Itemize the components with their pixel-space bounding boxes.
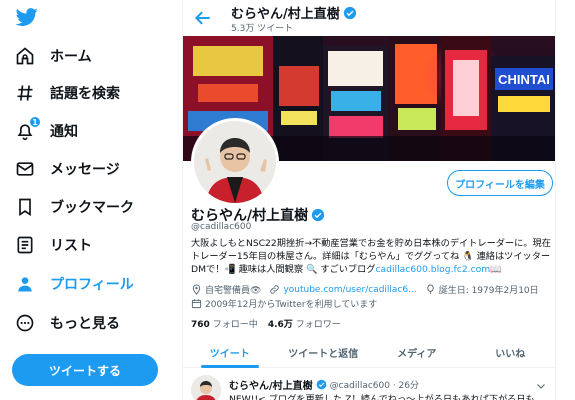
- profile-meta-row: 自宅警備員👁 youtube.com/user/cadillac6... 誕生日…: [191, 283, 539, 296]
- sidebar-item-label: ブックマーク: [50, 200, 134, 216]
- list-icon: [14, 234, 36, 256]
- sidebar-item-home[interactable]: ホーム: [14, 40, 92, 72]
- tab-likes[interactable]: いいね: [464, 338, 556, 367]
- sidebar-item-explore[interactable]: 話題を検索: [14, 77, 120, 109]
- profile-column: むらやん/村上直樹 5.3万 ツイート CHINTAI プロフィールを編集 むら…: [182, 0, 556, 400]
- following-link[interactable]: 760 フォロー中: [191, 317, 258, 330]
- profile-joined-date: 2009年12月からTwitterを利用しています: [205, 300, 378, 310]
- sidebar-item-notifications[interactable]: 1 通知: [14, 115, 78, 147]
- tweet-text: NEW!!< ブログを更新した Z！読んでねっ～上がる日もあれば下がる日も: [229, 394, 535, 400]
- more-circle-icon: [14, 312, 36, 334]
- svg-text:CHINTAI: CHINTAI: [498, 72, 550, 87]
- tweet-avatar[interactable]: [191, 375, 221, 400]
- follow-stats: 760 フォロー中 4.6万 フォロワー: [191, 317, 351, 330]
- profile-header-bar: むらやん/村上直樹 5.3万 ツイート: [183, 0, 555, 36]
- bell-icon: 1: [14, 116, 41, 142]
- chevron-down-icon[interactable]: [535, 377, 547, 389]
- bookmark-icon: [14, 196, 36, 218]
- bio-blog-link[interactable]: cadillac600.blog.fc2.com📖: [375, 264, 501, 275]
- profile-avatar[interactable]: [191, 118, 279, 206]
- profile-bio: 大阪よしもとNSC22期挫折→不動産営業でお金を貯め日本株のデイトレーダーに。現…: [191, 237, 553, 276]
- header-name-text: むらやん/村上直樹: [231, 7, 340, 22]
- verified-badge-icon: [316, 379, 327, 390]
- home-icon: [14, 45, 36, 67]
- calendar-icon: [191, 298, 202, 309]
- back-arrow-icon[interactable]: [193, 8, 213, 28]
- notification-badge: 1: [29, 116, 41, 128]
- header-name: むらやん/村上直樹: [231, 3, 357, 22]
- person-icon: [14, 273, 36, 295]
- followers-label: フォロワー: [295, 320, 341, 330]
- hashtag-icon: [14, 82, 36, 104]
- followers-count: 4.6万: [267, 320, 293, 330]
- profile-joined-row: 2009年12月からTwitterを利用しています: [191, 297, 377, 310]
- tweet-header: むらやん/村上直樹 @cadillac600 · 26分: [229, 377, 419, 392]
- profile-birthday: 誕生日: 1979年2月10日: [438, 286, 539, 296]
- sidebar-item-more[interactable]: もっと見る: [14, 307, 120, 339]
- following-count: 760: [191, 320, 210, 330]
- following-label: フォロー中: [212, 320, 258, 330]
- sidebar-item-bookmarks[interactable]: ブックマーク: [14, 191, 134, 223]
- tab-media[interactable]: メディア: [370, 338, 464, 367]
- sidebar-item-label: プロフィール: [50, 277, 134, 293]
- tweet-item[interactable]: むらやん/村上直樹 @cadillac600 · 26分 NEW!!< ブログを…: [183, 369, 555, 400]
- sidebar-item-label: ホーム: [50, 49, 92, 65]
- sidebar-item-label: メッセージ: [50, 162, 120, 178]
- profile-handle: @cadillac600: [191, 222, 252, 232]
- tweet-author-name[interactable]: むらやん/村上直樹: [229, 377, 313, 392]
- link-icon: [269, 284, 280, 295]
- profile-occupation: 自宅警備員👁: [205, 286, 262, 296]
- twitter-bird-icon[interactable]: [14, 6, 40, 28]
- tweet-button[interactable]: ツイートする: [12, 354, 158, 386]
- sidebar-item-profile[interactable]: プロフィール: [14, 268, 134, 300]
- location-pin-icon: [191, 284, 202, 295]
- edit-profile-button[interactable]: プロフィールを編集: [447, 170, 553, 196]
- followers-link[interactable]: 4.6万 フォロワー: [268, 317, 341, 330]
- profile-tabs: ツイート ツイートと返信 メディア いいね: [183, 338, 556, 368]
- mail-icon: [14, 158, 36, 180]
- tab-tweets-and-replies[interactable]: ツイートと返信: [277, 338, 371, 367]
- verified-badge-icon: [311, 208, 325, 222]
- sidebar-item-label: 通知: [50, 124, 78, 140]
- sidebar-item-label: リスト: [50, 238, 92, 254]
- sidebar-item-lists[interactable]: リスト: [14, 229, 92, 261]
- header-tweet-count: 5.3万 ツイート: [231, 24, 294, 34]
- tweet-handle-time: @cadillac600 · 26分: [329, 381, 420, 391]
- verified-badge-icon: [343, 6, 357, 20]
- balloon-icon: [425, 284, 436, 295]
- profile-website-link[interactable]: youtube.com/user/cadillac6...: [283, 285, 416, 295]
- sidebar-item-label: もっと見る: [50, 316, 120, 332]
- sidebar: ホーム 話題を検索 1 通知 メッセージ ブックマーク リスト プロフィール も…: [0, 0, 182, 400]
- tab-tweets[interactable]: ツイート: [183, 338, 277, 368]
- sidebar-item-label: 話題を検索: [50, 86, 120, 102]
- sidebar-item-messages[interactable]: メッセージ: [14, 153, 120, 185]
